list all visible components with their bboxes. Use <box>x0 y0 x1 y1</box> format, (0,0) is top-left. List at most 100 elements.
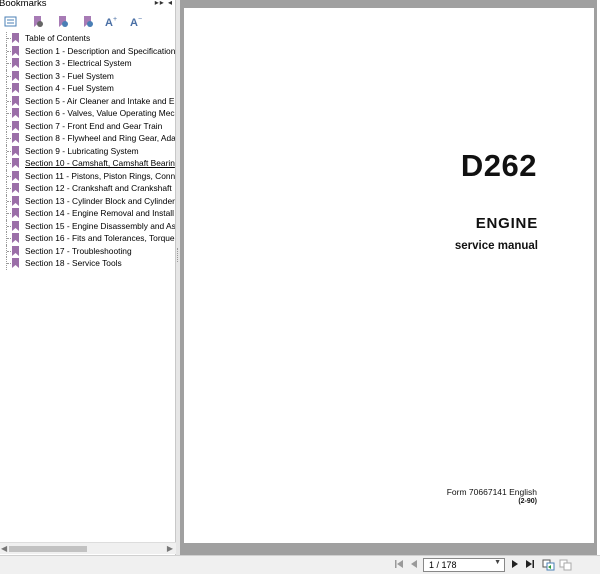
bookmarks-panel: Bookmarks ▸▸ ◂ A + A − Table of Contents… <box>0 0 176 555</box>
last-page-icon <box>526 560 534 568</box>
bookmark-item[interactable]: Section 17 - Troubleshooting <box>0 244 176 257</box>
bookmark-label: Section 15 - Engine Disassembly and Ass <box>25 220 175 231</box>
previous-view-icon <box>542 559 554 571</box>
bookmark-icon <box>12 208 19 218</box>
bookmarks-toolbar: A + A − <box>0 12 176 32</box>
next-page-icon <box>512 560 518 568</box>
bookmark-icon <box>12 45 19 56</box>
last-page-button[interactable] <box>524 559 536 572</box>
bookmark-label: Table of Contents <box>25 33 91 43</box>
bookmark-icon <box>12 258 19 268</box>
bookmark-icon <box>12 145 19 156</box>
scrollbar-thumb[interactable] <box>9 546 87 552</box>
page-navigation-bar: 1 / 178 ▼ <box>0 555 600 574</box>
splitter-grip-icon[interactable] <box>177 248 179 262</box>
bookmark-label: Section 6 - Valves, Value Operating Mec <box>25 108 175 118</box>
page-number-text: 1 / 178 <box>429 560 457 570</box>
next-view-icon <box>559 559 571 571</box>
bookmark-label: Section 16 - Fits and Tolerances, Torque <box>25 233 175 243</box>
bookmark-label: Section 17 - Troubleshooting <box>25 245 132 256</box>
bookmark-icon <box>12 183 19 193</box>
bookmark-item[interactable]: Section 7 - Front End and Gear Train <box>0 119 176 132</box>
scroll-right-icon[interactable]: ▶ <box>167 544 173 553</box>
bookmark-icon <box>12 95 19 106</box>
bookmark-icon <box>12 58 19 68</box>
bookmark-item[interactable]: Section 3 - Fuel System <box>0 69 176 82</box>
document-date: (2-90) <box>518 498 537 505</box>
bookmark-label: Section 11 - Pistons, Piston Rings, Conn… <box>25 170 175 181</box>
bookmark-item[interactable]: Section 12 - Crankshaft and Crankshaft <box>0 182 176 195</box>
find-bookmark-icon[interactable] <box>80 14 96 30</box>
bookmark-item[interactable]: Section 11 - Pistons, Piston Rings, Conn… <box>0 169 176 182</box>
bookmarks-panel-header: Bookmarks ▸▸ ◂ <box>0 0 176 12</box>
decrease-text-size-icon[interactable]: A − <box>129 14 145 30</box>
bookmark-icon <box>12 83 19 93</box>
bookmark-item[interactable]: Section 16 - Fits and Tolerances, Torque <box>0 232 176 245</box>
bookmark-item[interactable]: Section 18 - Service Tools <box>0 257 176 270</box>
bookmark-item[interactable]: Section 6 - Valves, Value Operating Mec <box>0 107 176 120</box>
bookmark-icon <box>12 220 19 231</box>
bookmark-item[interactable]: Section 13 - Cylinder Block and Cylinder… <box>0 194 176 207</box>
next-page-button[interactable] <box>510 559 520 572</box>
bookmark-icon <box>12 158 19 168</box>
bookmark-icon <box>12 233 19 243</box>
bookmark-label: Section 1 - Description and Specificatio… <box>25 45 175 56</box>
bookmark-item[interactable]: Table of Contents <box>0 32 176 45</box>
bookmark-label: Section 10 - Camshaft, Camshaft Bearin <box>25 158 175 168</box>
document-subtitle: ENGINE <box>475 215 538 232</box>
bookmark-item[interactable]: Section 1 - Description and Specificatio… <box>0 44 176 57</box>
svg-text:+: + <box>113 16 117 23</box>
document-title: D262 <box>460 148 537 183</box>
chevron-down-icon[interactable]: ▼ <box>494 559 501 566</box>
first-page-icon <box>395 560 403 568</box>
bookmark-item[interactable]: Section 8 - Flywheel and Ring Gear, Ada <box>0 132 176 145</box>
new-bookmark-icon[interactable] <box>55 14 71 30</box>
page-number-field[interactable]: 1 / 178 ▼ <box>423 558 505 572</box>
bookmark-label: Section 18 - Service Tools <box>25 258 122 268</box>
svg-text:−: − <box>138 16 142 23</box>
bookmark-label: Section 8 - Flywheel and Ring Gear, Ada <box>25 133 175 143</box>
bookmark-item[interactable]: Section 4 - Fuel System <box>0 82 176 95</box>
bookmark-icon <box>12 133 19 143</box>
bookmark-icon <box>12 245 19 256</box>
bookmark-label: Section 3 - Electrical System <box>25 58 132 68</box>
bookmark-item[interactable]: Section 10 - Camshaft, Camshaft Bearin <box>0 157 176 170</box>
document-view: D262 ENGINE service manual Form 70667141… <box>180 0 600 555</box>
previous-page-icon <box>411 560 417 568</box>
bookmark-item[interactable]: Section 5 - Air Cleaner and Intake and E <box>0 94 176 107</box>
svg-text:A: A <box>105 17 113 28</box>
bookmark-options-icon[interactable] <box>30 14 46 30</box>
svg-text:A: A <box>130 17 138 28</box>
scroll-left-icon[interactable]: ◀ <box>1 544 7 553</box>
bookmarks-tree: Table of Contents Section 1 - Description… <box>0 32 176 542</box>
expand-bookmarks-icon[interactable] <box>3 14 19 30</box>
bookmark-icon <box>12 70 19 81</box>
document-form-number: Form 70667141 English <box>446 487 537 497</box>
first-page-button[interactable] <box>393 559 405 572</box>
bookmark-icon <box>12 170 19 181</box>
bookmark-item[interactable]: Section 3 - Electrical System <box>0 57 176 70</box>
bookmark-item[interactable]: Section 15 - Engine Disassembly and Ass <box>0 219 176 232</box>
bookmark-label: Section 4 - Fuel System <box>25 83 114 93</box>
bookmark-label: Section 9 - Lubricating System <box>25 145 139 156</box>
bookmark-icon <box>12 120 19 131</box>
panel-collapse-buttons[interactable]: ▸▸ ◂ <box>155 0 173 7</box>
bookmark-icon <box>12 108 19 118</box>
next-view-button[interactable] <box>558 559 572 572</box>
bookmark-label: Section 12 - Crankshaft and Crankshaft <box>25 183 172 193</box>
bookmarks-panel-title: Bookmarks <box>0 0 47 9</box>
bookmark-icon <box>12 33 19 43</box>
bookmark-label: Section 7 - Front End and Gear Train <box>25 120 163 131</box>
pdf-viewer-window: Bookmarks ▸▸ ◂ A + A − Table of Contents… <box>0 0 600 574</box>
bookmark-label: Section 3 - Fuel System <box>25 70 114 81</box>
document-kind: service manual <box>454 240 538 252</box>
bookmark-item[interactable]: Section 9 - Lubricating System <box>0 144 176 157</box>
bookmark-label: Section 14 - Engine Removal and Install <box>25 208 174 218</box>
increase-text-size-icon[interactable]: A + <box>104 14 120 30</box>
previous-view-button[interactable] <box>541 559 555 572</box>
document-page: D262 ENGINE service manual Form 70667141… <box>184 8 594 543</box>
bookmarks-horizontal-scrollbar[interactable]: ◀ ▶ <box>0 542 176 554</box>
bookmark-item[interactable]: Section 14 - Engine Removal and Install <box>0 207 176 220</box>
bookmark-label: Section 5 - Air Cleaner and Intake and E <box>25 95 175 106</box>
previous-page-button[interactable] <box>409 559 419 572</box>
